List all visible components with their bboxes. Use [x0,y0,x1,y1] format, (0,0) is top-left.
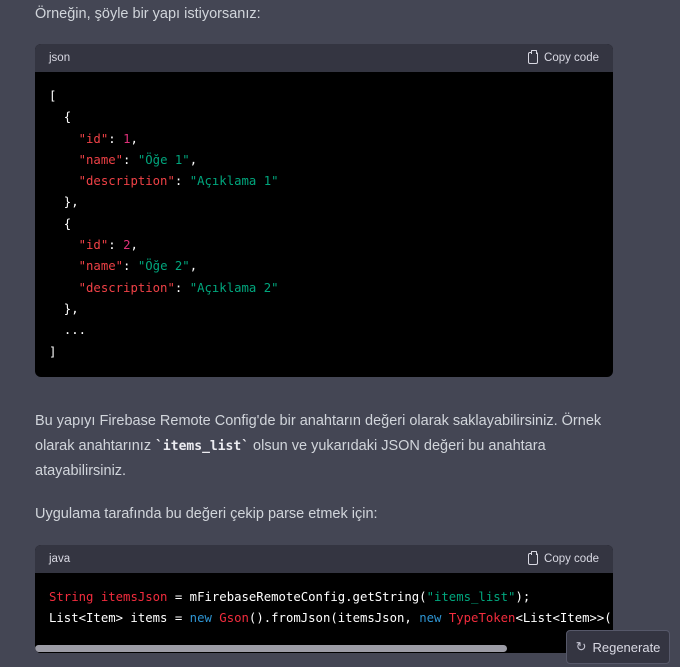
regenerate-label: Regenerate [592,639,661,655]
copy-code-label: Copy code [544,52,599,64]
json-ellipsis: ... [63,323,87,338]
json-string: "Öğe 2" [137,259,190,274]
code-language-label: json [49,52,71,64]
json-number: 1 [123,131,131,146]
code-type: TypeToken [448,611,516,626]
json-key: "description" [78,280,175,295]
horizontal-scrollbar[interactable] [35,644,613,653]
code-header: java Copy code [35,545,613,573]
json-key: "id" [78,238,109,253]
regenerate-button[interactable]: ↻ Regenerate [566,630,670,664]
code-text: List<Item> items = [49,611,190,626]
java-code-block: java Copy code String itemsJson = mFireb… [35,545,613,653]
code-string: "items_list" [426,590,516,604]
code-language-label: java [49,553,71,565]
json-string: "Öğe 1" [137,152,190,167]
json-key: "name" [78,152,124,167]
code-variable: itemsJson [100,590,168,604]
json-key: "name" [78,259,124,274]
scrollbar-thumb[interactable] [35,645,507,652]
code-text: <List<Item>>( [515,611,612,626]
instruction-paragraph: Uygulama tarafında bu değeri çekip parse… [35,506,378,522]
code-keyword: new [419,611,442,626]
intro-text: Örneğin, şöyle bir yapı istiyorsanız: [35,6,261,22]
code-text: ().fromJson(itemsJson, [248,611,420,626]
code-text: = mFirebaseRemoteConfig.getString( [167,590,427,604]
code-header: json Copy code [35,44,613,72]
code-type: String [49,590,94,604]
refresh-icon: ↻ [575,639,587,654]
inline-code: `items_list` [155,439,250,454]
json-number: 2 [123,238,131,253]
json-key: "id" [78,131,109,146]
code-text: ); [515,590,531,604]
clipboard-icon [528,50,539,64]
copy-code-button[interactable]: Copy code [528,50,599,64]
json-code: [ { "id": 1, "name": "Öğe 1", "descripti… [49,89,279,359]
copy-code-button[interactable]: Copy code [528,551,599,565]
copy-code-label: Copy code [544,553,599,565]
json-key: "description" [78,174,175,189]
code-keyword: new [189,611,212,626]
clipboard-icon [528,551,539,565]
code-type: Gson [219,611,249,626]
json-code-block: json Copy code [ { "id": 1, "name": "Öğe… [35,44,613,377]
json-string: "Açıklama 1" [189,174,279,189]
java-code: String itemsJson = mFirebaseRemoteConfig… [35,573,613,640]
json-string: "Açıklama 2" [189,280,279,295]
explanation-paragraph: Bu yapıyı Firebase Remote Config'de bir … [35,409,625,484]
